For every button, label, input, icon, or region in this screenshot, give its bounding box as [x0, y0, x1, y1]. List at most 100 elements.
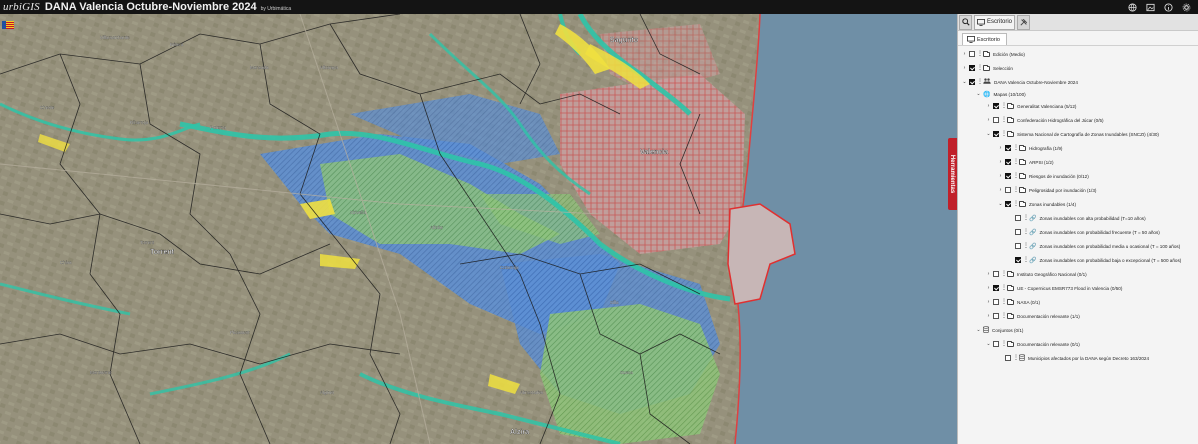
chevron-right-icon[interactable]: › [986, 285, 991, 291]
more-options-icon[interactable]: ⋮ [1023, 215, 1029, 221]
more-options-icon[interactable]: ⋮ [1001, 285, 1007, 291]
more-options-icon[interactable]: ⋮ [1001, 271, 1007, 277]
chevron-right-icon[interactable]: › [962, 65, 967, 71]
layer-checkbox[interactable] [969, 51, 975, 57]
layer-row-ign[interactable]: › ⋮ Instituto Geográfico Nacional (0/1) [986, 268, 1087, 280]
layer-checkbox[interactable] [969, 65, 975, 71]
layer-checkbox[interactable] [993, 299, 999, 305]
layer-row-zonas[interactable]: ⌄ ⋮ Zonas inundables (1/4) [998, 198, 1076, 210]
layer-checkbox[interactable] [1015, 229, 1021, 235]
more-options-icon[interactable]: ⋮ [1013, 145, 1019, 151]
more-options-icon[interactable]: ⋮ [1001, 299, 1007, 305]
globe-icon[interactable] [1126, 1, 1138, 13]
app-logo: urbiGIS [3, 1, 40, 13]
more-options-icon[interactable]: ⋮ [1023, 257, 1029, 263]
chevron-right-icon[interactable]: › [998, 187, 1003, 193]
map-canvas[interactable]: Villamarchante Bétera Moncada Alboraya Ches… [0, 14, 957, 444]
layer-checkbox[interactable] [993, 117, 999, 123]
more-options-icon[interactable]: ⋮ [1013, 355, 1019, 361]
more-options-icon[interactable]: ⋮ [1001, 313, 1007, 319]
chevron-down-icon[interactable]: ⌄ [976, 91, 981, 97]
tab-search[interactable] [959, 14, 972, 30]
chevron-down-icon[interactable]: ⌄ [986, 341, 991, 347]
layer-row-conj[interactable]: ⌄ Conjuntos (0/1) [976, 324, 1023, 336]
more-options-icon[interactable]: ⋮ [1013, 173, 1019, 179]
layer-row-docrel2[interactable]: ⌄ ⋮ Documentación relevante (0/1) [986, 338, 1080, 350]
more-options-icon[interactable]: ⋮ [1023, 229, 1029, 235]
more-options-icon[interactable]: ⋮ [1001, 341, 1007, 347]
layer-row-chj[interactable]: › ⋮ Confederación Hidrográfica del Júcar (… [986, 114, 1104, 126]
tools-side-tab[interactable]: Herramientas [948, 138, 957, 210]
layer-checkbox[interactable] [1005, 159, 1011, 165]
chevron-right-icon[interactable]: › [986, 117, 991, 123]
layer-checkbox[interactable] [993, 285, 999, 291]
monitor-icon [977, 18, 985, 26]
layer-row-z10[interactable]: ⋮ 🔗 Zonas inundables con alta probabilidad… [1008, 212, 1146, 224]
layer-checkbox[interactable] [1005, 145, 1011, 151]
layer-row-z500[interactable]: ⋮ 🔗 Zonas inundables con probabilidad baja… [1008, 254, 1181, 266]
chevron-right-icon[interactable]: › [986, 103, 991, 109]
tab-escritorio[interactable]: Escritorio [974, 14, 1016, 30]
layer-row-gva[interactable]: › ⋮ Generalitat Valenciana (5/12) [986, 100, 1076, 112]
layer-label: NASA (0/1) [1017, 299, 1040, 305]
chevron-right-icon[interactable]: › [986, 299, 991, 305]
more-options-icon[interactable]: ⋮ [1013, 201, 1019, 207]
layer-row-dana[interactable]: ⌄ ⋮ DANA Valencia Octubre-Noviembre 2024 [962, 76, 1078, 88]
svg-text:Bétera: Bétera [170, 42, 184, 47]
chevron-right-icon[interactable]: › [986, 313, 991, 319]
chevron-right-icon[interactable]: › [986, 271, 991, 277]
layer-row-muni[interactable]: ⋮ Municipios afectados por la DANA según … [998, 352, 1149, 364]
layer-row-edicion[interactable]: › ⋮ Edición (Medio) [962, 48, 1025, 60]
svg-text:Paterna: Paterna [210, 125, 226, 130]
more-options-icon[interactable]: ⋮ [1013, 187, 1019, 193]
folder-icon [1007, 284, 1014, 291]
chevron-down-icon[interactable]: ⌄ [976, 327, 981, 333]
layer-checkbox[interactable] [1015, 243, 1021, 249]
layer-checkbox[interactable] [993, 271, 999, 277]
layer-checkbox[interactable] [1005, 355, 1011, 361]
more-options-icon[interactable]: ⋮ [1001, 103, 1007, 109]
chevron-right-icon[interactable]: › [962, 51, 967, 57]
info-icon[interactable] [1162, 1, 1174, 13]
layer-checkbox[interactable] [993, 341, 999, 347]
layer-checkbox[interactable] [1005, 201, 1011, 207]
chevron-down-icon[interactable]: ⌄ [998, 201, 1003, 207]
more-options-icon[interactable]: ⋮ [977, 65, 983, 71]
chevron-down-icon[interactable]: ⌄ [962, 79, 967, 85]
layer-row-nasa[interactable]: › ⋮ NASA (0/1) [986, 296, 1040, 308]
more-options-icon[interactable]: ⋮ [1013, 159, 1019, 165]
more-options-icon[interactable]: ⋮ [1001, 131, 1007, 137]
layer-checkbox[interactable] [1015, 215, 1021, 221]
layer-row-mapas[interactable]: ⌄ 🌐 Mapas (10/100) [976, 88, 1025, 100]
layer-row-peli[interactable]: › ⋮ Peligrosidad por inundación (1/3) [998, 184, 1096, 196]
tab-tools[interactable] [1017, 14, 1031, 30]
layer-checkbox[interactable] [969, 79, 975, 85]
layer-row-hidro[interactable]: › ⋮ Hidrografía (1/9) [998, 142, 1062, 154]
more-options-icon[interactable]: ⋮ [977, 79, 983, 85]
layer-checkbox[interactable] [993, 313, 999, 319]
settings-icon[interactable] [1180, 1, 1192, 13]
layer-row-arpsi[interactable]: › ⋮ ARPSI (1/2) [998, 156, 1054, 168]
layer-checkbox[interactable] [993, 131, 999, 137]
more-options-icon[interactable]: ⋮ [1023, 243, 1029, 249]
link-icon: 🔗 [1029, 229, 1037, 236]
image-icon[interactable] [1144, 1, 1156, 13]
layer-checkbox[interactable] [1005, 173, 1011, 179]
layer-row-z50[interactable]: ⋮ 🔗 Zonas inundables con probabilidad frec… [1008, 226, 1160, 238]
layer-row-snczi[interactable]: ⌄ ⋮ Sistema Nacional de Cartografía de Zon… [986, 128, 1159, 140]
layer-row-ems[interactable]: › ⋮ UE - Copernicus EMSR773 Flood in Valen… [986, 282, 1122, 294]
subtab-escritorio[interactable]: Escritorio [962, 33, 1007, 45]
layer-checkbox[interactable] [1015, 257, 1021, 263]
chevron-down-icon[interactable]: ⌄ [986, 131, 991, 137]
chevron-right-icon[interactable]: › [998, 145, 1003, 151]
chevron-right-icon[interactable]: › [998, 173, 1003, 179]
more-options-icon[interactable]: ⋮ [1001, 117, 1007, 123]
layer-row-z100[interactable]: ⋮ 🔗 Zonas inundables con probabilidad medi… [1008, 240, 1180, 252]
layer-row-riesgo[interactable]: › ⋮ Riesgos de inundación (0/12) [998, 170, 1089, 182]
layer-row-docrel[interactable]: › ⋮ Documentación relevante (1/1) [986, 310, 1080, 322]
more-options-icon[interactable]: ⋮ [977, 51, 983, 57]
chevron-right-icon[interactable]: › [998, 159, 1003, 165]
layer-checkbox[interactable] [1005, 187, 1011, 193]
layer-row-seleccion[interactable]: › ⋮ Selección [962, 62, 1013, 74]
layer-checkbox[interactable] [993, 103, 999, 109]
